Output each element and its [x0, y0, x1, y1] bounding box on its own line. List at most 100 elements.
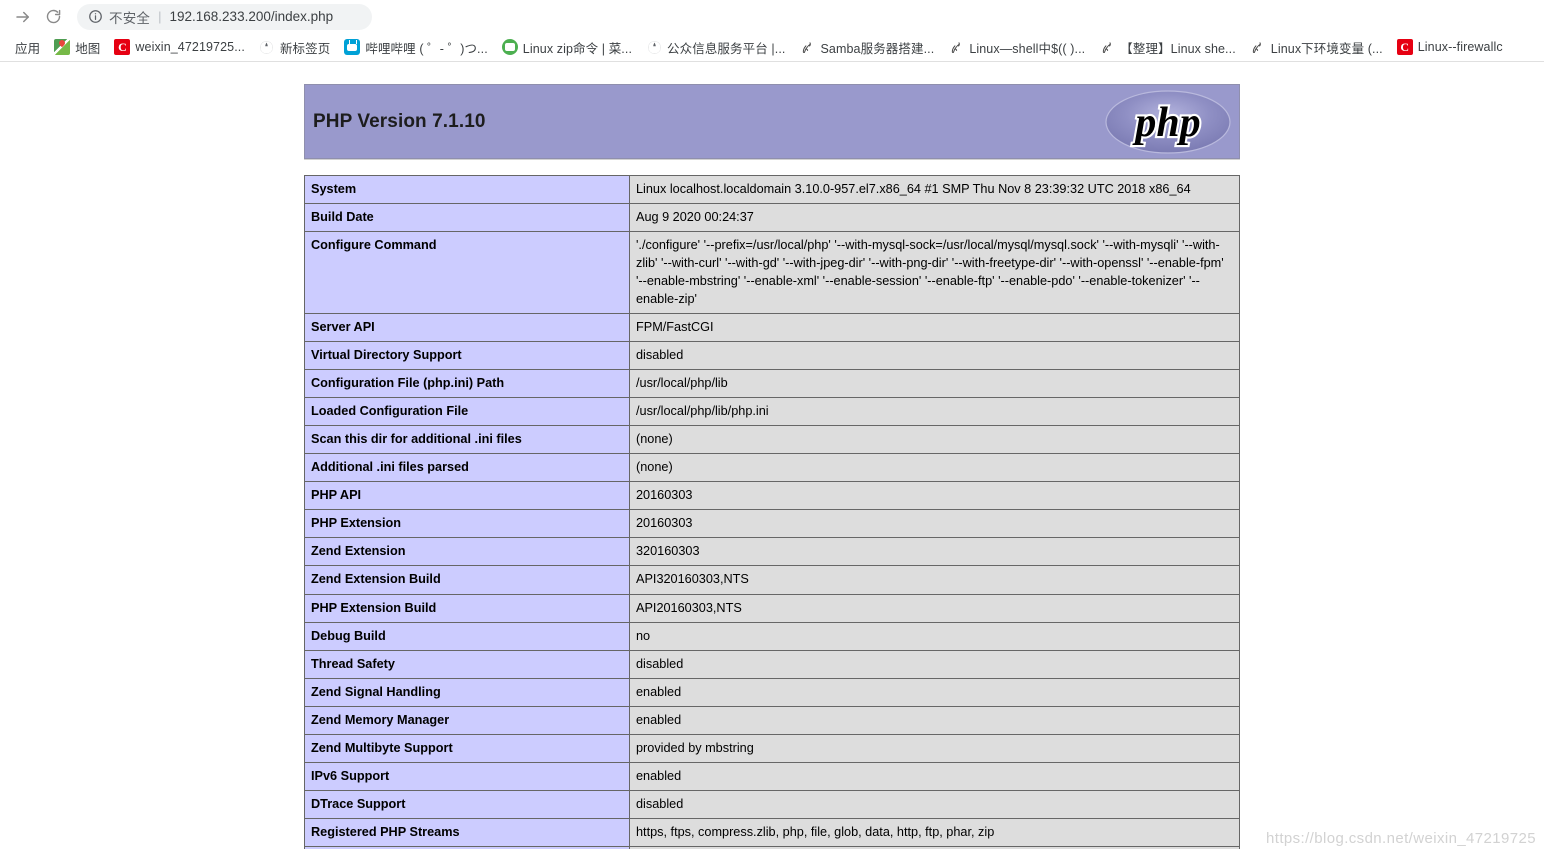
bookmark-item[interactable]: 新标签页	[254, 36, 335, 58]
bookmark-label: Linux下环境变量 (...	[1270, 41, 1383, 56]
bookmark-label: weixin_47219725...	[135, 40, 245, 54]
security-status-text: 不安全	[109, 10, 151, 26]
table-row: Scan this dir for additional .ini files(…	[304, 425, 1240, 455]
table-row: Build Date Aug 9 2020 00:24:37	[304, 203, 1240, 233]
table-row: Additional .ini files parsed (none)	[304, 453, 1240, 483]
page-title: PHP Version 7.1.10	[313, 110, 486, 132]
table-row: Server API FPM/FastCGI	[304, 313, 1240, 343]
bookmark-label: Linux zip命令 | 菜...	[522, 41, 633, 56]
info-key: Zend Memory Manager	[304, 705, 630, 735]
table-row: Configuration File (php.ini) Path/usr/lo…	[304, 369, 1240, 399]
table-row: PHP API 20160303	[304, 481, 1240, 511]
info-value: disabled	[629, 789, 1240, 819]
bookmark-item[interactable]: Linux下环境变量 (...	[1245, 36, 1388, 58]
bookmark-label: 新标签页	[279, 41, 331, 56]
info-key: Server API	[304, 313, 630, 343]
info-value: API320160303,NTS	[629, 565, 1240, 595]
info-value: enabled	[629, 705, 1240, 735]
info-key: PHP Extension	[304, 509, 630, 539]
phpinfo-table-body: System Linux localhost.localdomain 3.10.0…	[304, 174, 1240, 849]
info-key: PHP API	[304, 481, 630, 511]
bookmark-label: 应用	[15, 41, 41, 56]
forward-icon[interactable]	[8, 3, 38, 31]
table-row: DTrace Support disabled	[304, 789, 1240, 819]
not-secure-info-icon[interactable]	[88, 9, 103, 24]
table-row: Loaded Configuration File/usr/local/php/…	[304, 397, 1240, 427]
cnblogs-icon	[948, 39, 964, 55]
php-logo-icon: php	[1105, 89, 1231, 154]
info-value: FPM/FastCGI	[629, 313, 1240, 343]
bookmark-label: 地图	[75, 41, 101, 56]
browser-chrome: 不安全 | 192.168.233.200/index.php 应用 地图 Cwei…	[0, 0, 1544, 62]
info-value: provided by mbstring	[629, 733, 1240, 763]
info-value: /usr/local/php/lib	[629, 369, 1240, 399]
info-key: Zend Multibyte Support	[304, 733, 630, 763]
phpinfo-container: PHP Version 7.1.10 php System Linux local…	[304, 65, 1240, 849]
table-row: Zend Extension Build API320160303,NTS	[304, 565, 1240, 595]
reload-icon[interactable]	[38, 3, 68, 31]
info-value: Linux localhost.localdomain 3.10.0-957.e…	[629, 174, 1240, 205]
info-key: Virtual Directory Support	[304, 341, 630, 371]
table-row: Thread Safety disabled	[304, 649, 1240, 679]
info-value: 20160303	[629, 481, 1240, 511]
bookmark-item[interactable]: 哔哩哔哩 ( ゜- ゜)つ...	[339, 36, 492, 58]
url-text[interactable]: 192.168.233.200/index.php	[170, 9, 334, 24]
phpinfo-table: System Linux localhost.localdomain 3.10.0…	[304, 174, 1240, 849]
bookmark-item[interactable]: 地图	[49, 36, 105, 58]
info-key: Zend Signal Handling	[304, 677, 630, 707]
bookmark-item[interactable]: Linux—shell中$(( )...	[943, 36, 1090, 58]
globe-icon	[646, 39, 662, 55]
bookmark-item[interactable]: 应用	[10, 36, 45, 58]
table-row: Registered PHP Streams https, ftps, compr…	[304, 817, 1240, 847]
map-icon	[54, 39, 71, 55]
info-key: Debug Build	[304, 621, 630, 651]
info-value: (none)	[629, 453, 1240, 483]
bookmark-item[interactable]: Samba服务器搭建...	[794, 36, 939, 58]
bookmark-label: Linux—shell中$(( )...	[969, 41, 1086, 56]
address-bar[interactable]: 不安全 | 192.168.233.200/index.php	[77, 3, 372, 30]
bookmark-label: 哔哩哔哩 ( ゜- ゜)つ...	[365, 41, 488, 56]
watermark-text: https://blog.csdn.net/weixin_47219725	[1266, 830, 1536, 847]
bookmark-item[interactable]: Cweixin_47219725...	[109, 36, 250, 58]
info-key: Registered PHP Streams	[304, 817, 630, 847]
table-row: Configure Command './configure' '--prefix…	[304, 231, 1240, 315]
info-key: Scan this dir for additional .ini files	[304, 425, 630, 455]
table-row: Zend Extension 320160303	[304, 537, 1240, 567]
bookmarks-bar: 应用 地图 Cweixin_47219725... 新标签页 哔哩哔哩 ( ゜- ゜)つ…	[0, 33, 1544, 62]
table-row: IPv6 Support enabled	[304, 761, 1240, 791]
info-key: System	[304, 174, 630, 205]
phpinfo-header: PHP Version 7.1.10 php	[304, 84, 1240, 159]
info-key: Additional .ini files parsed	[304, 453, 630, 483]
info-value: './configure' '--prefix=/usr/local/php' …	[629, 231, 1240, 315]
info-key: Build Date	[304, 203, 630, 233]
cnblogs-icon	[1250, 39, 1266, 55]
svg-text:php: php	[1132, 100, 1200, 146]
info-value: 320160303	[629, 537, 1240, 567]
bookmark-item[interactable]: C Linux--firewallc	[1392, 36, 1508, 58]
table-row: Zend Signal Handling enabled	[304, 677, 1240, 707]
info-key: IPv6 Support	[304, 761, 630, 791]
info-key: Zend Extension	[304, 537, 630, 567]
info-key: DTrace Support	[304, 789, 630, 819]
cnblogs-icon	[1099, 39, 1115, 55]
csdn-icon: C	[1396, 39, 1413, 55]
cnblogs-icon	[799, 39, 815, 55]
table-row: Zend Multibyte Support provided by mbstri…	[304, 733, 1240, 763]
bookmark-item[interactable]: 公众信息服务平台 |...	[641, 36, 790, 58]
info-value: API20160303,NTS	[629, 593, 1240, 623]
csdn-icon: C	[114, 39, 131, 55]
table-row: Debug Build no	[304, 621, 1240, 651]
bookmark-item[interactable]: Linux zip命令 | 菜...	[497, 36, 637, 58]
info-key: Configure Command	[304, 231, 630, 315]
bookmark-item[interactable]: 【整理】Linux she...	[1094, 36, 1241, 58]
info-key: PHP Extension Build	[304, 593, 630, 623]
info-value: enabled	[629, 761, 1240, 791]
info-value: /usr/local/php/lib/php.ini	[629, 397, 1240, 427]
bilibili-icon	[344, 39, 361, 55]
bookmark-label: 公众信息服务平台 |...	[667, 41, 786, 56]
info-value: Aug 9 2020 00:24:37	[629, 203, 1240, 233]
bookmark-label: 【整理】Linux she...	[1120, 41, 1236, 56]
table-row: Zend Memory Manager enabled	[304, 705, 1240, 735]
browser-toolbar: 不安全 | 192.168.233.200/index.php	[0, 0, 1544, 33]
table-row: PHP Extension 20160303	[304, 509, 1240, 539]
